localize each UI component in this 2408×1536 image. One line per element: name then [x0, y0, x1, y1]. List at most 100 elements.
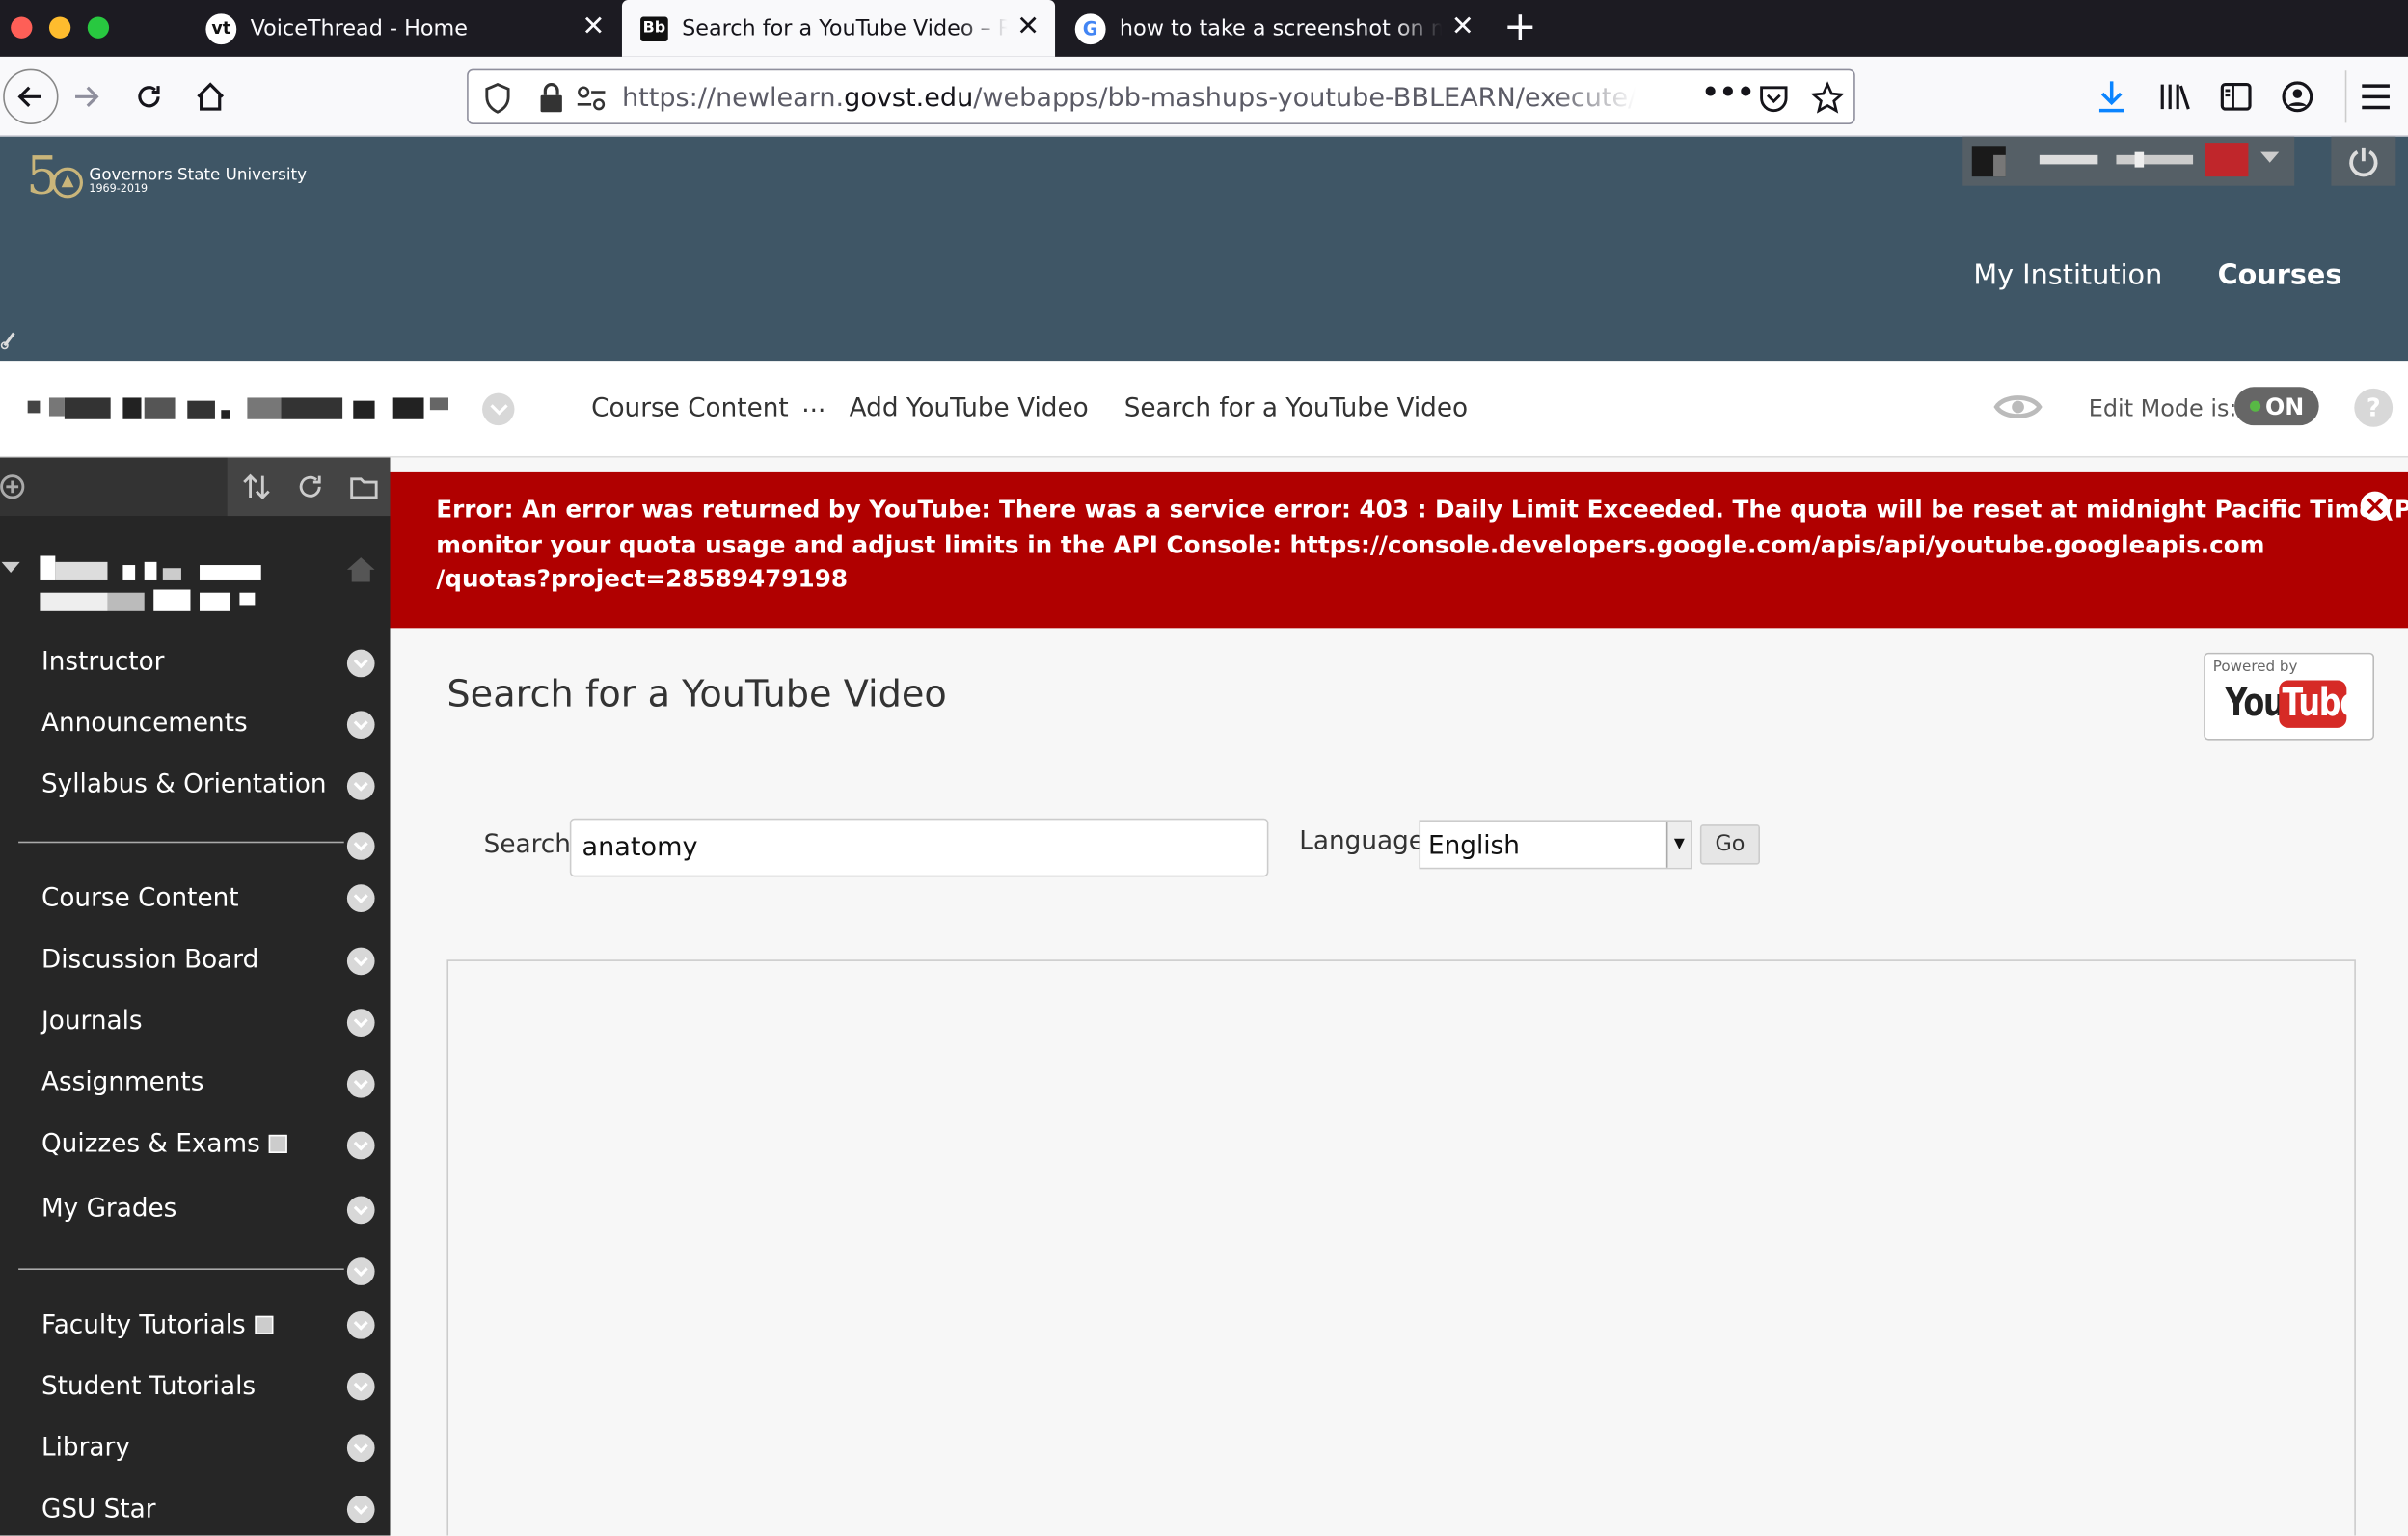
tab-google[interactable]: G how to take a screenshot on ma ✕ — [1057, 0, 1490, 57]
star-icon[interactable] — [1810, 81, 1845, 115]
breadcrumb-course-content[interactable]: Course Content — [591, 393, 789, 422]
address-bar[interactable]: https://newlearn.govst.edu/webapps/bb-ma… — [467, 68, 1855, 124]
pocket-icon[interactable] — [1758, 83, 1789, 114]
sidebar-item-library[interactable]: Library — [41, 1433, 130, 1462]
sidebar-item-assignments[interactable]: Assignments — [41, 1067, 203, 1096]
sidebar-item-faculty-tutorials[interactable]: Faculty Tutorials — [41, 1309, 274, 1339]
item-menu-button[interactable] — [346, 772, 375, 800]
sidebar-item-journals[interactable]: Journals — [41, 1006, 143, 1035]
chevron-down-icon — [353, 719, 368, 730]
edit-mode-value: ON — [2264, 391, 2305, 420]
sidebar-item-my-grades[interactable]: My Grades — [41, 1193, 176, 1222]
divider-menu-button[interactable] — [346, 1257, 375, 1285]
item-menu-button[interactable] — [346, 1196, 375, 1225]
home-button[interactable] — [186, 72, 235, 121]
search-input[interactable] — [569, 818, 1269, 877]
lock-icon[interactable] — [539, 83, 563, 114]
download-icon[interactable] — [2095, 78, 2128, 115]
breadcrumb-add-youtube[interactable]: Add YouTube Video — [850, 393, 1089, 422]
permissions-icon[interactable] — [576, 85, 607, 113]
library-icon[interactable] — [2157, 80, 2191, 114]
account-icon[interactable] — [2281, 80, 2314, 114]
sidebar-item-announcements[interactable]: Announcements — [41, 708, 248, 737]
item-menu-button[interactable] — [346, 1009, 375, 1037]
sidebar-icon[interactable] — [2219, 80, 2253, 114]
sidebar-item-label: Journals — [41, 1006, 143, 1036]
voicethread-favicon-icon: vt — [205, 13, 237, 44]
back-button[interactable] — [3, 68, 59, 124]
link-icon[interactable] — [0, 327, 18, 351]
logout-button[interactable] — [2331, 136, 2396, 186]
item-menu-button[interactable] — [346, 1310, 375, 1339]
close-error-button[interactable] — [2360, 491, 2390, 521]
shield-icon[interactable] — [484, 83, 512, 114]
university-seal-icon — [52, 167, 83, 199]
course-name[interactable] — [40, 555, 270, 617]
close-tab-icon[interactable]: ✕ — [1016, 13, 1040, 41]
breadcrumb-ellipsis[interactable]: ... — [801, 389, 825, 418]
maximize-window-icon[interactable] — [87, 16, 110, 39]
item-menu-button[interactable] — [346, 947, 375, 976]
course-title[interactable] — [27, 397, 450, 420]
tab-my-institution[interactable]: My Institution — [1973, 259, 2162, 291]
sidebar-item-label: GSU Star — [41, 1494, 156, 1523]
powered-by-youtube-logo[interactable]: Powered by You Tube — [2204, 652, 2375, 741]
minimize-window-icon[interactable] — [48, 16, 71, 39]
youtube-tube-text: Tube — [2282, 680, 2360, 725]
sidebar-item-discussion-board[interactable]: Discussion Board — [41, 944, 258, 973]
refresh-icon[interactable] — [295, 472, 326, 502]
close-tab-icon[interactable]: ✕ — [582, 13, 605, 41]
item-menu-button[interactable] — [346, 711, 375, 739]
help-button[interactable]: ? — [2354, 388, 2394, 427]
menu-divider — [18, 841, 344, 844]
tab-courses[interactable]: Courses — [2218, 259, 2342, 291]
forward-button[interactable] — [62, 72, 111, 121]
browser-tab-bar: vt VoiceThread - Home ✕ Bb Search for a … — [0, 0, 2408, 57]
tab-youtube-search[interactable]: Bb Search for a YouTube Video – R ✕ — [621, 0, 1056, 57]
sidebar-item-student-tutorials[interactable]: Student Tutorials — [41, 1371, 256, 1400]
close-window-icon[interactable] — [11, 16, 33, 39]
reload-button[interactable] — [124, 72, 174, 121]
folder-view-icon[interactable] — [348, 472, 379, 502]
course-menu-button[interactable] — [482, 392, 515, 426]
item-menu-button[interactable] — [346, 1434, 375, 1463]
search-results-panel — [446, 959, 2356, 1536]
item-menu-button[interactable] — [346, 1496, 375, 1523]
toolbar-divider — [2344, 70, 2351, 123]
university-name[interactable]: Governors State University 1969-2019 — [89, 167, 307, 195]
tab-label: how to take a screenshot on ma — [1119, 15, 1443, 41]
collapse-icon[interactable] — [0, 560, 21, 576]
student-preview-icon[interactable] — [1991, 387, 2043, 426]
chevron-down-icon — [353, 1442, 368, 1453]
sidebar-item-syllabus-orientation[interactable]: Syllabus & Orientation — [41, 769, 327, 798]
more-icon[interactable]: ••• — [1701, 77, 1754, 109]
item-menu-button[interactable] — [346, 1372, 375, 1401]
sidebar-item-gsu-star[interactable]: GSU Star — [41, 1495, 156, 1523]
item-menu-button[interactable] — [346, 884, 375, 912]
chevron-down-icon: ▼ — [1665, 821, 1691, 868]
sidebar-item-label: Library — [41, 1432, 130, 1463]
url-text[interactable]: https://newlearn.govst.edu/webapps/bb-ma… — [622, 83, 1636, 114]
item-menu-button[interactable] — [346, 1131, 375, 1160]
edit-mode-toggle[interactable]: ON — [2234, 387, 2319, 426]
add-menu-item-icon[interactable] — [0, 472, 28, 500]
language-label: Language — [1299, 825, 1424, 856]
user-menu[interactable] — [1962, 136, 2295, 186]
sidebar-item-instructor[interactable]: Instructor — [41, 646, 164, 675]
language-select[interactable]: English ▼ — [1419, 820, 1692, 870]
sidebar-item-label: My Grades — [41, 1193, 177, 1223]
sidebar-item-quizzes-exams[interactable]: Quizzes & Exams — [41, 1128, 288, 1158]
close-tab-icon[interactable]: ✕ — [1451, 13, 1475, 41]
item-menu-button[interactable] — [346, 1069, 375, 1098]
new-tab-button[interactable]: + — [1503, 5, 1537, 51]
item-menu-button[interactable] — [346, 649, 375, 678]
tab-voicethread[interactable]: vt VoiceThread - Home ✕ — [187, 0, 620, 57]
course-home-icon[interactable] — [344, 554, 378, 585]
error-message-line: monitor your quota usage and adjust limi… — [436, 530, 2265, 558]
sidebar-item-course-content[interactable]: Course Content — [41, 883, 239, 912]
menu-icon[interactable] — [2359, 81, 2393, 112]
reorder-icon[interactable] — [241, 472, 272, 502]
divider-menu-button[interactable] — [346, 832, 375, 860]
navigation-toolbar: https://newlearn.govst.edu/webapps/bb-ma… — [0, 56, 2408, 137]
go-button[interactable]: Go — [1699, 824, 1761, 865]
